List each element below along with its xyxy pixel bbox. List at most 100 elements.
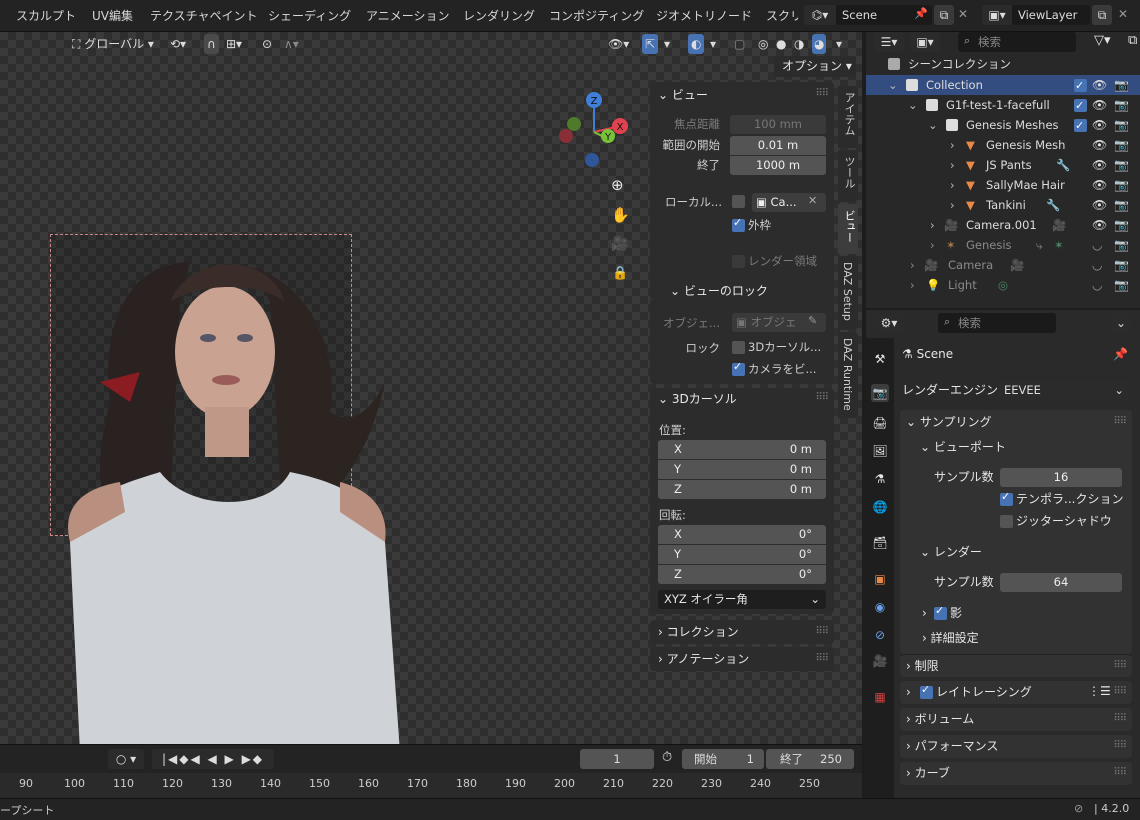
collection-tab-icon[interactable]: 🗃	[871, 534, 889, 552]
workspace-tab-uv[interactable]: UV編集	[92, 0, 133, 32]
output-tab-icon[interactable]: 🖨	[871, 414, 889, 432]
outliner-row-camera001[interactable]: › 🎥 Camera.001 🎥 👁 📷	[866, 215, 1140, 235]
drag-handle-icon[interactable]: ⠿⠿	[1113, 660, 1127, 671]
outliner-row-js-pants[interactable]: › ▼ JS Pants 🔧 👁 📷	[866, 155, 1140, 175]
render-camera-icon[interactable]: 📷	[1114, 275, 1129, 295]
exclude-checkbox[interactable]	[1074, 96, 1087, 116]
chevron-right-icon[interactable]: ›	[950, 175, 955, 195]
lock-icon[interactable]: 🔒	[612, 266, 628, 281]
view-layer-tab-icon[interactable]: 🖼	[871, 442, 889, 460]
jitter-shadows-checkbox[interactable]	[1000, 515, 1013, 528]
tab-daz-runtime[interactable]: DAZ Runtime	[838, 332, 858, 418]
advanced-header[interactable]: › 詳細設定	[922, 627, 979, 649]
shading-rendered[interactable]: ◕	[812, 34, 827, 54]
camera-view-icon[interactable]: 🎥	[611, 236, 628, 252]
display-mode-dropdown[interactable]: ▣▾	[910, 32, 940, 52]
chevron-down-icon[interactable]: ⌄	[908, 95, 918, 115]
tool-tab-icon[interactable]: ⚒	[871, 350, 889, 368]
transform-orientation-dropdown[interactable]: ⛶ グローバル ▾	[72, 34, 154, 54]
workspace-tab-compositing[interactable]: コンポジティング	[549, 0, 644, 32]
render-camera-icon[interactable]: 📷	[1114, 175, 1129, 195]
outline-checkbox[interactable]	[732, 216, 745, 232]
options-dropdown[interactable]: オプション ▾	[774, 56, 856, 77]
annotation-panel-header[interactable]: › アノテーション ⠿⠿	[650, 647, 834, 671]
navigation-gizmo[interactable]: Z X Y	[550, 86, 640, 176]
render-camera-icon[interactable]: 📷	[1114, 195, 1129, 215]
current-frame-field[interactable]: 1	[580, 749, 654, 769]
pan-hand-icon[interactable]: ✋	[611, 206, 630, 224]
chevron-right-icon[interactable]: ›	[910, 255, 915, 275]
render-camera-icon[interactable]: 📷	[1114, 75, 1129, 95]
physics-tab-icon[interactable]: ◉	[871, 598, 889, 616]
eye-icon[interactable]: 👁	[1092, 175, 1107, 195]
view-panel-header[interactable]: ⌄ ビュー	[658, 84, 708, 106]
shading-dropdown[interactable]: ▾	[836, 34, 842, 54]
playback-controls[interactable]: |◀◆◀ ◀ ▶ ▶◆ ▶|	[152, 749, 274, 786]
new-collection-icon[interactable]: ⧉	[1128, 33, 1137, 48]
eye-hidden-icon[interactable]: ◡	[1092, 275, 1102, 295]
timeline[interactable]: ○ ▾ |◀◆◀ ◀ ▶ ▶◆ ▶| 1 ⏱ 開始1 終了250 90 100 …	[0, 744, 862, 799]
scene-selector[interactable]: ⌬▾	[804, 5, 836, 25]
outliner-row-genesis[interactable]: › ✶ Genesis ⤷ ✶ ◡ 📷	[866, 235, 1140, 255]
filter-icon[interactable]: ▽▾	[1094, 33, 1111, 48]
snap-target-dropdown[interactable]: ⊞▾	[226, 34, 242, 54]
cursor-location-z[interactable]: Z 0 m	[658, 480, 826, 499]
eye-hidden-icon[interactable]: ◡	[1092, 255, 1102, 275]
gizmo-neg-y-axis[interactable]	[567, 117, 581, 131]
snap-toggle[interactable]: ∩	[204, 34, 219, 54]
raytracing-panel-header[interactable]: › レイトレーシング ⋮☰ ⠿⠿	[900, 681, 1132, 704]
frame-end-field[interactable]: 終了 250	[766, 749, 854, 769]
exclude-checkbox[interactable]	[1074, 116, 1087, 136]
keying-dropdown[interactable]: ○ ▾	[108, 749, 144, 769]
eye-icon[interactable]: 👁	[1092, 155, 1107, 175]
volumes-panel-header[interactable]: › ボリューム ⠿⠿	[900, 708, 1132, 731]
gizmo-neg-x-axis[interactable]	[559, 129, 573, 143]
new-view-layer-button[interactable]: ⧉	[1092, 5, 1112, 25]
cursor-rotation-y[interactable]: Y 0°	[658, 545, 826, 564]
chevron-right-icon[interactable]: ›	[910, 275, 915, 295]
properties-options-dropdown[interactable]: ⌄	[1110, 313, 1132, 333]
temporal-reprojection-checkbox[interactable]	[1000, 490, 1013, 506]
proportional-edit-toggle[interactable]: ⊙	[262, 34, 272, 54]
workspace-tab-texture-paint[interactable]: テクスチャペイント	[150, 0, 258, 32]
drag-handle-icon[interactable]: ⠿⠿	[815, 88, 829, 99]
workspace-tab-sculpt[interactable]: スカルプト	[16, 0, 76, 32]
render-camera-icon[interactable]: 📷	[1114, 135, 1129, 155]
properties-search-input[interactable]: 検索	[938, 313, 1056, 333]
tab-tool[interactable]: ツール	[838, 150, 858, 202]
drag-handle-icon[interactable]: ⠿⠿	[1113, 416, 1127, 427]
render-sampling-header[interactable]: ⌄ レンダー	[920, 541, 982, 563]
outliner-row-g1f[interactable]: ⌄ G1f-test-1-facefull 👁 📷	[866, 95, 1140, 116]
render-samples-field[interactable]: 64	[1000, 573, 1122, 592]
collection-panel-header[interactable]: › コレクション ⠿⠿	[650, 620, 834, 644]
eye-hidden-icon[interactable]: ◡	[1092, 235, 1102, 255]
list-icon[interactable]: ⋮☰	[1088, 684, 1111, 698]
outliner-row-genesis-meshes[interactable]: ⌄ Genesis Meshes 👁 📷	[866, 115, 1140, 136]
shadows-checkbox[interactable]	[934, 604, 947, 620]
scene-tab-icon[interactable]: ⚗	[871, 470, 889, 488]
pin-icon[interactable]: 📌	[914, 7, 928, 20]
drag-handle-icon[interactable]: ⠿⠿	[815, 653, 829, 664]
clip-end-field[interactable]: 1000 m	[730, 156, 826, 175]
gizmo-dropdown[interactable]: ▾	[664, 34, 670, 54]
outliner-row-light[interactable]: › 💡 Light ◎ ◡ 📷	[866, 275, 1140, 295]
zoom-icon[interactable]: ⊕	[611, 176, 624, 194]
drag-handle-icon[interactable]: ⠿⠿	[1113, 767, 1127, 778]
world-tab-icon[interactable]: 🌐	[871, 498, 889, 516]
xray-toggle[interactable]: ▢	[734, 34, 745, 54]
limits-panel-header[interactable]: › 制限 ⠿⠿	[900, 654, 1132, 677]
visibility-dropdown[interactable]: 👁▾	[608, 34, 629, 54]
chevron-right-icon[interactable]: ›	[950, 155, 955, 175]
outliner-row-camera[interactable]: › 🎥 Camera 🎥 ◡ 📷	[866, 255, 1140, 275]
new-scene-button[interactable]: ⧉	[934, 5, 954, 25]
clear-icon[interactable]: ✕	[808, 194, 817, 207]
eye-icon[interactable]: 👁	[1092, 215, 1107, 235]
frame-start-field[interactable]: 開始 1	[682, 749, 764, 769]
workspace-tab-scripting[interactable]: スクリ	[766, 0, 798, 32]
render-region-checkbox[interactable]	[732, 255, 745, 268]
outliner-row-genesis-mesh[interactable]: › ▼ Genesis Mesh 👁 📷	[866, 135, 1140, 155]
chevron-down-icon[interactable]: ⌄	[928, 115, 938, 135]
gizmo-neg-z-axis[interactable]	[585, 153, 599, 167]
render-camera-icon[interactable]: 📷	[1114, 215, 1129, 235]
sampling-header[interactable]: ⌄ サンプリング	[906, 411, 992, 433]
